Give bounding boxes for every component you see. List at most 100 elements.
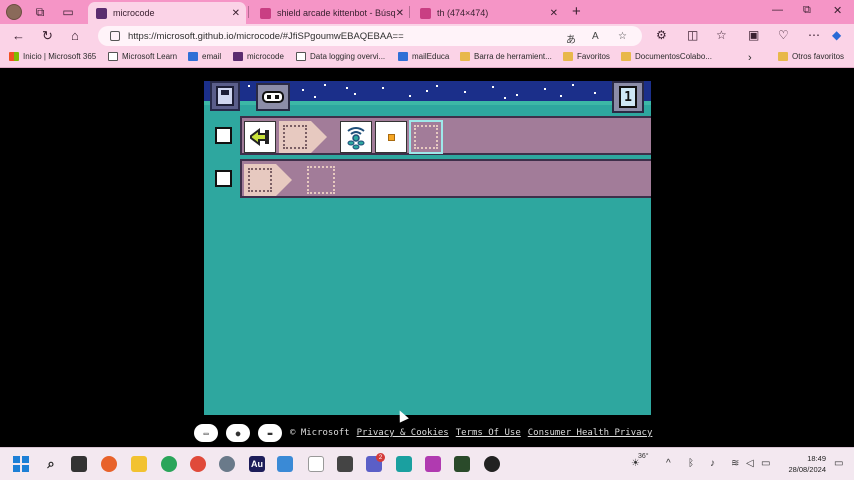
- app2-icon[interactable]: [425, 456, 441, 472]
- chevron-up-icon[interactable]: ^: [666, 458, 671, 469]
- browser-essentials-icon[interactable]: ♡: [778, 28, 789, 42]
- collections-icon[interactable]: ▣: [748, 28, 759, 42]
- power-automate-icon[interactable]: [277, 456, 293, 472]
- radio-send-tile[interactable]: [340, 121, 372, 153]
- chrome-icon[interactable]: [190, 456, 206, 472]
- close-tab-icon[interactable]: ✕: [550, 8, 558, 19]
- star-decoration: [516, 94, 518, 96]
- refresh-icon[interactable]: ↻: [42, 28, 53, 44]
- firefox-icon[interactable]: [101, 456, 117, 472]
- bluetooth-icon[interactable]: ᛒ: [688, 458, 694, 469]
- minimize-button[interactable]: —: [772, 4, 783, 16]
- url-text[interactable]: https://microsoft.github.io/microcode/#J…: [128, 31, 404, 42]
- bookmark-item[interactable]: Barra de herramient...: [460, 52, 552, 61]
- close-tab-icon[interactable]: ✕: [396, 8, 404, 19]
- connect-device-button[interactable]: [256, 83, 290, 111]
- rule-handle-2[interactable]: [215, 170, 232, 187]
- search-icon[interactable]: ⌕: [43, 456, 59, 472]
- favorites-icon[interactable]: ☆: [716, 28, 727, 42]
- when-empty-slot[interactable]: [244, 164, 276, 196]
- close-window-button[interactable]: ✕: [833, 4, 842, 17]
- page-footer: ▭ ● ▬ © Microsoft Privacy & Cookies Term…: [194, 424, 652, 442]
- tab-actions-icon[interactable]: ▭: [58, 2, 78, 22]
- page-icon: [296, 52, 306, 61]
- bookmark-item[interactable]: email: [188, 52, 221, 61]
- notification-badge: 2: [376, 453, 385, 462]
- notification-icon[interactable]: ▭: [834, 458, 843, 469]
- tab-image[interactable]: th (474×474) ✕: [412, 2, 564, 24]
- microcode-icon: [233, 52, 243, 61]
- arcade-icon[interactable]: [396, 456, 412, 472]
- lock-icon[interactable]: [110, 31, 120, 41]
- tab-microcode[interactable]: microcode ✕: [88, 2, 246, 24]
- volume-icon[interactable]: ◁: [746, 458, 754, 469]
- folder-icon: [460, 52, 470, 61]
- folder-icon: [778, 52, 788, 61]
- rule-handle-1[interactable]: [215, 127, 232, 144]
- bookmark-item[interactable]: Otros favoritos: [778, 52, 844, 61]
- health-privacy-link[interactable]: Consumer Health Privacy: [528, 428, 653, 438]
- edge-icon[interactable]: [161, 456, 177, 472]
- chat-icon[interactable]: ●: [226, 424, 250, 442]
- start-icon[interactable]: [13, 456, 29, 472]
- restore-button[interactable]: ⧉: [803, 4, 811, 17]
- tab-search[interactable]: shield arcade kittenbot - Búsqueda ✕: [252, 2, 410, 24]
- bookmark-item[interactable]: Data logging overvi...: [296, 52, 385, 61]
- address-bar[interactable]: https://microsoft.github.io/microcode/#J…: [98, 26, 642, 46]
- bookmark-item[interactable]: mailEduca: [398, 52, 449, 61]
- battery-icon[interactable]: ▭: [761, 458, 770, 469]
- microphone-icon[interactable]: ♪: [710, 458, 715, 469]
- close-tab-icon[interactable]: ✕: [232, 8, 240, 19]
- chevron-right-icon[interactable]: ›: [748, 52, 752, 64]
- bookmark-item[interactable]: Favoritos: [563, 52, 610, 61]
- extensions-icon[interactable]: ⚙: [656, 28, 667, 42]
- do-empty-slot[interactable]: [304, 163, 338, 197]
- wifi-icon[interactable]: ≋: [731, 458, 739, 469]
- book-icon[interactable]: ▭: [194, 424, 218, 442]
- clock-time: 18:49: [807, 454, 826, 463]
- home-icon[interactable]: ⌂: [71, 28, 79, 43]
- star-decoration: [544, 88, 546, 90]
- new-tab-button[interactable]: +: [572, 3, 581, 20]
- do-empty-slot-selected[interactable]: [409, 120, 443, 154]
- page-selector-button[interactable]: 1: [612, 81, 644, 113]
- bookmark-label: mailEduca: [412, 52, 450, 61]
- copilot-icon[interactable]: ◆: [832, 28, 841, 42]
- value-dot-tile[interactable]: [375, 121, 407, 153]
- task-view-icon[interactable]: [71, 456, 87, 472]
- star-decoration: [572, 84, 574, 86]
- weather-temp: 36°: [638, 453, 649, 460]
- device-icon[interactable]: ▬: [258, 424, 282, 442]
- back-arrow-icon[interactable]: ←: [12, 28, 25, 43]
- star-decoration: [324, 84, 326, 86]
- translate-icon[interactable]: あ: [566, 31, 576, 46]
- bookmark-label: Favoritos: [577, 52, 610, 61]
- bookmark-item[interactable]: Microsoft Learn: [108, 52, 177, 61]
- obs-icon[interactable]: [484, 456, 500, 472]
- bookmark-label: Data logging overvi...: [310, 52, 386, 61]
- workspaces-icon[interactable]: ⧉: [30, 2, 50, 22]
- split-screen-icon[interactable]: ◫: [687, 28, 698, 42]
- star-decoration: [504, 97, 506, 99]
- app3-icon[interactable]: [454, 456, 470, 472]
- bookmark-item[interactable]: Inicio | Microsoft 365: [9, 52, 96, 61]
- notepad-icon[interactable]: [308, 456, 324, 472]
- star-decoration: [560, 95, 562, 97]
- bookmark-item[interactable]: microcode: [233, 52, 284, 61]
- favorite-star-icon[interactable]: ☆: [618, 31, 627, 42]
- bookmark-item[interactable]: DocumentosColabo...: [621, 52, 712, 61]
- profile-avatar[interactable]: [6, 4, 22, 20]
- when-button-a-tile[interactable]: [244, 121, 276, 153]
- more-menu-icon[interactable]: ⋯: [808, 28, 820, 42]
- privacy-link[interactable]: Privacy & Cookies: [357, 428, 449, 438]
- save-disk-button[interactable]: [210, 81, 240, 111]
- floppy-disk-icon: [216, 86, 234, 106]
- audition-icon[interactable]: Au: [249, 456, 265, 472]
- settings-icon[interactable]: [219, 456, 235, 472]
- file-explorer-icon[interactable]: [131, 456, 147, 472]
- app-icon[interactable]: [337, 456, 353, 472]
- system-clock[interactable]: 18:49 28/08/2024: [778, 453, 826, 475]
- terms-link[interactable]: Terms Of Use: [456, 428, 521, 438]
- read-aloud-icon[interactable]: A: [592, 31, 599, 42]
- when-filter-slot[interactable]: [279, 121, 311, 153]
